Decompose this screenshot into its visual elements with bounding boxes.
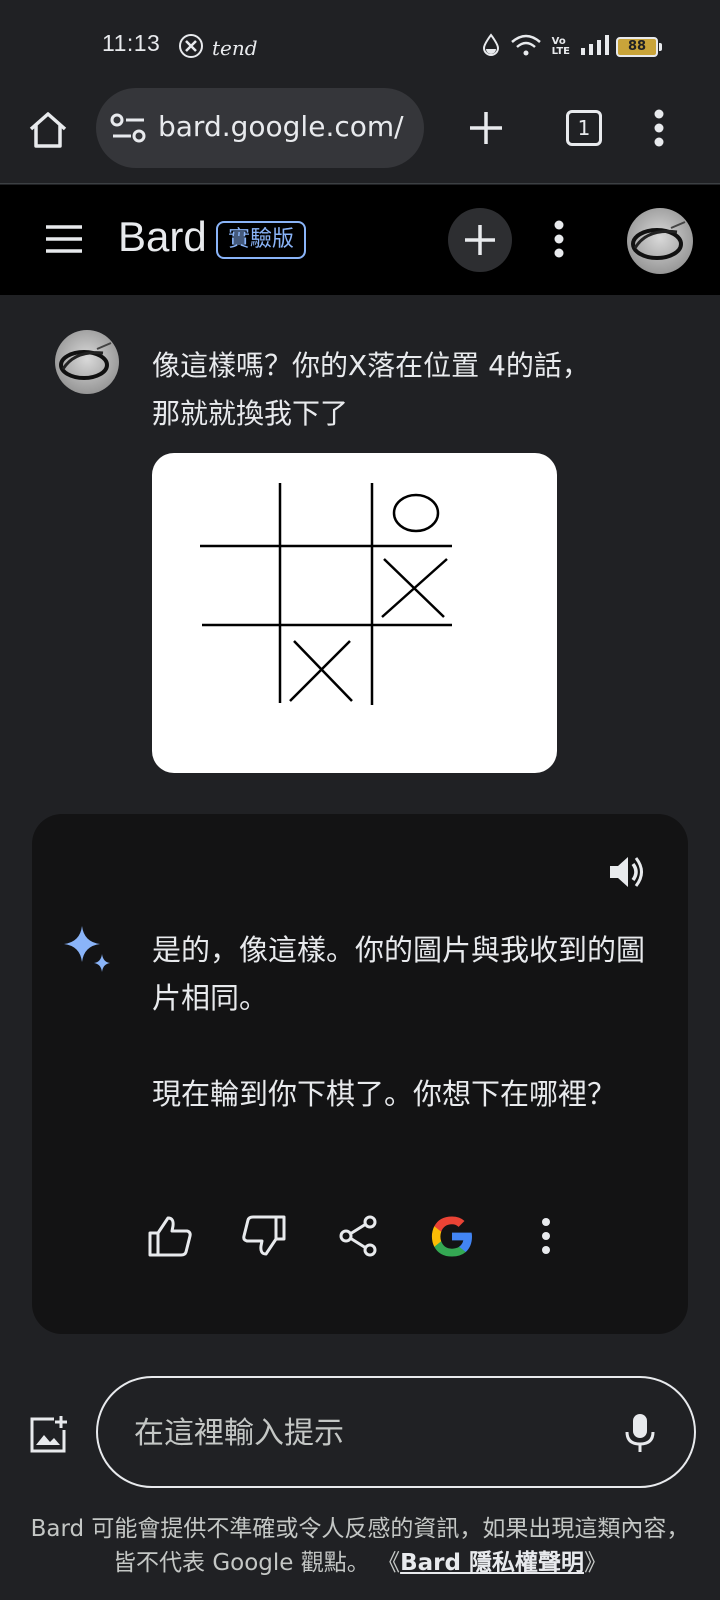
more-vert-icon [654, 109, 664, 147]
mic-button[interactable] [624, 1412, 656, 1458]
upload-image-button[interactable] [28, 1414, 70, 1460]
app-title: Bard [118, 213, 207, 260]
prompt-input-row [0, 1376, 720, 1496]
volte-icon: Vo LTE [551, 36, 570, 57]
water-drop-icon [482, 33, 500, 61]
prompt-input[interactable] [134, 1408, 594, 1458]
tend-label: tend [212, 36, 258, 60]
header-menu-button[interactable] [552, 219, 566, 263]
response-actions [142, 1208, 612, 1264]
more-vert-icon [554, 220, 564, 258]
user-message: 像這樣嗎？你的X落在位置 4的話，那就就換我下了 [152, 349, 590, 430]
privacy-link[interactable]: Bard 隱私權聲明 [400, 1550, 584, 1576]
experiment-badge: 實驗版 [216, 221, 307, 259]
share-button[interactable] [330, 1208, 386, 1264]
menu-icon [46, 225, 82, 253]
response-paragraph: 是的，像這樣。你的圖片與我收到的圖片相同。 [152, 933, 646, 1015]
thumb-down-icon [242, 1215, 286, 1256]
tic-tac-toe-board [200, 483, 452, 705]
address-bar[interactable]: bard.google.com/ [96, 88, 424, 168]
wifi-icon [510, 33, 542, 61]
menu-button[interactable] [44, 223, 84, 259]
response-card: 是的，像這樣。你的圖片與我收到的圖片相同。 現在輪到你下棋了。你想下在哪裡？ [32, 814, 688, 1334]
new-tab-button[interactable] [466, 108, 506, 152]
google-icon [431, 1216, 472, 1257]
disclaimer: Bard 可能會提供不準確或令人反感的資訊，如果出現這類內容，皆不代表 Goog… [20, 1512, 700, 1580]
response-paragraph: 現在輪到你下棋了。你想下在哪裡？ [152, 1077, 617, 1111]
status-time: 11:13 [102, 30, 161, 56]
plus-icon [465, 225, 495, 255]
x-icon [178, 33, 204, 63]
browser-toolbar: bard.google.com/ 1 [0, 88, 720, 184]
status-bar: 11:13 tend Vo LTE 88 [0, 0, 720, 90]
thumb-up-icon [148, 1216, 192, 1257]
bard-header: Bard 實驗版 [0, 185, 720, 295]
avatar[interactable] [627, 208, 693, 274]
thumb-down-button[interactable] [236, 1208, 292, 1264]
status-icons: Vo LTE [482, 33, 610, 61]
board-o-mark [392, 493, 440, 533]
site-settings-icon[interactable] [110, 112, 148, 148]
board-x-mark [289, 640, 353, 702]
bard-sparkle-icon [60, 922, 116, 982]
add-image-icon [30, 1416, 67, 1453]
home-icon [29, 112, 67, 148]
plus-icon [470, 112, 502, 144]
link-open-bracket: 《 [377, 1550, 401, 1576]
response-more-button[interactable] [518, 1208, 574, 1264]
more-vert-icon [542, 1218, 550, 1254]
browser-menu-button[interactable] [652, 106, 666, 154]
board-x-mark [381, 558, 448, 618]
prompt-box [96, 1376, 696, 1488]
tic-tac-toe-image[interactable] [152, 453, 557, 773]
thumb-up-button[interactable] [142, 1208, 198, 1264]
link-close-bracket: 》 [583, 1550, 607, 1576]
signal-icon [580, 34, 610, 60]
mic-icon [625, 1414, 655, 1452]
url-text: bard.google.com/ [158, 110, 404, 143]
status-notifications: tend [178, 33, 258, 63]
new-chat-button[interactable] [448, 208, 512, 272]
user-avatar [55, 330, 119, 394]
battery-icon: 88 [616, 37, 658, 57]
share-icon [339, 1215, 377, 1257]
volume-icon [610, 857, 643, 887]
battery-tip [659, 43, 662, 51]
listen-button[interactable] [606, 852, 646, 896]
tab-switcher-button[interactable]: 1 [566, 110, 602, 146]
response-text: 是的，像這樣。你的圖片與我收到的圖片相同。 現在輪到你下棋了。你想下在哪裡？ [152, 926, 672, 1118]
google-it-button[interactable] [424, 1208, 480, 1264]
home-button[interactable] [26, 108, 72, 154]
